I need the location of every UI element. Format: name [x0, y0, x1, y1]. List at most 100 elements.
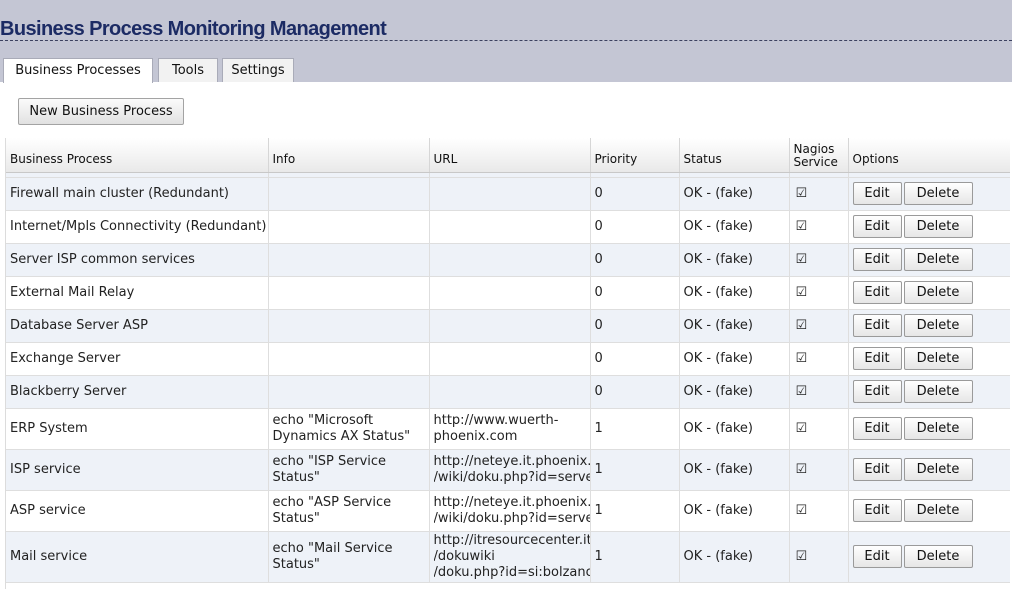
nagios-service-checkbox[interactable]: ☑	[794, 252, 808, 267]
info-cell	[268, 177, 430, 211]
delete-button[interactable]: Delete	[903, 458, 973, 481]
url-cell: http://neteye.it.phoenix.w/wiki/doku.php…	[429, 490, 591, 532]
options-cell: Edit Delete	[848, 375, 1010, 409]
url-line[interactable]: http://itresourcecenter.it.p	[434, 533, 590, 549]
new-business-process-button[interactable]: New Business Process	[18, 98, 184, 125]
options-cell: Edit Delete	[848, 531, 1010, 583]
nagios-service-checkbox[interactable]: ☑	[794, 462, 808, 477]
delete-button[interactable]: Delete	[903, 314, 973, 337]
nagios-service-checkbox[interactable]: ☑	[794, 384, 808, 399]
edit-button[interactable]: Edit	[852, 347, 902, 370]
url-line[interactable]: phoenix.com	[434, 429, 590, 445]
priority-cell: 0	[590, 243, 680, 277]
business-process-name: ISP service	[6, 449, 269, 491]
nagios-service-checkbox[interactable]: ☑	[794, 421, 808, 436]
business-process-name: ASP service	[6, 490, 269, 532]
url-line[interactable]: /wiki/doku.php?id=server	[434, 511, 590, 527]
delete-button[interactable]: Delete	[903, 545, 973, 568]
info-cell	[268, 342, 430, 376]
nagios-service-cell: ☑	[789, 449, 849, 491]
tab-settings[interactable]: Settings	[222, 58, 294, 82]
url-cell: http://www.wuerth-phoenix.com	[429, 408, 591, 450]
table-row: Internet/Mpls Connectivity (Redundant) 0…	[6, 210, 1010, 244]
table-row: ISP service echo "ISP Service Status" ht…	[6, 449, 1010, 491]
business-process-name: Internet/Mpls Connectivity (Redundant)	[6, 210, 269, 244]
status-cell: OK - (fake)	[679, 210, 790, 244]
edit-button[interactable]: Edit	[852, 248, 902, 271]
url-cell	[429, 342, 591, 376]
status-cell: OK - (fake)	[679, 408, 790, 450]
options-cell: Edit Delete	[848, 449, 1010, 491]
priority-cell: 1	[590, 531, 680, 583]
delete-button[interactable]: Delete	[903, 281, 973, 304]
options-cell: Edit Delete	[848, 276, 1010, 310]
column-header-url[interactable]: URL	[429, 138, 591, 173]
nagios-service-checkbox[interactable]: ☑	[794, 219, 808, 234]
info-cell: echo "Mail Service Status"	[268, 531, 430, 583]
info-cell: echo "ISP Service Status"	[268, 449, 430, 491]
column-header-status[interactable]: Status	[679, 138, 790, 173]
edit-button[interactable]: Edit	[852, 545, 902, 568]
delete-button[interactable]: Delete	[903, 499, 973, 522]
nagios-service-checkbox[interactable]: ☑	[794, 285, 808, 300]
nagios-service-cell: ☑	[789, 342, 849, 376]
status-cell: OK - (fake)	[679, 276, 790, 310]
table-row: Blackberry Server 0 OK - (fake) ☑ Edit De…	[6, 375, 1010, 409]
url-line[interactable]: /wiki/doku.php?id=server	[434, 470, 590, 486]
table-row: Server ISP common services 0 OK - (fake)…	[6, 243, 1010, 277]
nagios-service-checkbox[interactable]: ☑	[794, 351, 808, 366]
delete-button[interactable]: Delete	[903, 248, 973, 271]
tab-tools[interactable]: Tools	[158, 58, 218, 82]
url-line[interactable]: /dokuwiki	[434, 549, 590, 565]
url-line[interactable]: http://www.wuerth-	[434, 413, 590, 429]
edit-button[interactable]: Edit	[852, 182, 902, 205]
delete-button[interactable]: Delete	[903, 380, 973, 403]
column-header-priority[interactable]: Priority	[590, 138, 680, 173]
options-cell: Edit Delete	[848, 490, 1010, 532]
column-header-nagios-service[interactable]: Nagios Service	[789, 138, 849, 173]
nagios-service-cell: ☑	[789, 408, 849, 450]
tab-business-processes[interactable]: Business Processes	[3, 58, 153, 83]
table-row: Mail service echo "Mail Service Status" …	[6, 531, 1010, 583]
status-cell: OK - (fake)	[679, 243, 790, 277]
table-row: Exchange Server 0 OK - (fake) ☑ Edit Dele…	[6, 342, 1010, 376]
info-cell	[268, 375, 430, 409]
nagios-service-checkbox[interactable]: ☑	[794, 549, 808, 564]
priority-cell: 1	[590, 490, 680, 532]
url-cell	[429, 177, 591, 211]
nagios-service-checkbox[interactable]: ☑	[794, 503, 808, 518]
priority-cell: 0	[590, 342, 680, 376]
priority-cell: 0	[590, 309, 680, 343]
nagios-service-checkbox[interactable]: ☑	[794, 186, 808, 201]
delete-button[interactable]: Delete	[903, 417, 973, 440]
edit-button[interactable]: Edit	[852, 499, 902, 522]
priority-cell: 0	[590, 177, 680, 211]
table-row: Database Server ASP 0 OK - (fake) ☑ Edit…	[6, 309, 1010, 343]
business-process-name: Database Server ASP	[6, 309, 269, 343]
url-line[interactable]: /doku.php?id=si:bolzano:	[434, 565, 590, 581]
url-lines: http://neteye.it.phoenix.w/wiki/doku.php…	[434, 454, 590, 486]
nagios-service-checkbox[interactable]: ☑	[794, 318, 808, 333]
nagios-service-cell: ☑	[789, 177, 849, 211]
status-cell: OK - (fake)	[679, 490, 790, 532]
options-cell: Edit Delete	[848, 309, 1010, 343]
edit-button[interactable]: Edit	[852, 417, 902, 440]
options-cell: Edit Delete	[848, 210, 1010, 244]
url-line[interactable]: http://neteye.it.phoenix.w	[434, 454, 590, 470]
info-cell	[268, 276, 430, 310]
info-cell	[268, 309, 430, 343]
edit-button[interactable]: Edit	[852, 281, 902, 304]
status-cell: OK - (fake)	[679, 177, 790, 211]
delete-button[interactable]: Delete	[903, 347, 973, 370]
delete-button[interactable]: Delete	[903, 215, 973, 238]
column-header-business-process[interactable]: Business Process	[6, 138, 269, 173]
edit-button[interactable]: Edit	[852, 458, 902, 481]
business-process-name: Mail service	[6, 531, 269, 583]
column-header-info[interactable]: Info	[268, 138, 430, 173]
edit-button[interactable]: Edit	[852, 215, 902, 238]
edit-button[interactable]: Edit	[852, 380, 902, 403]
url-lines: http://itresourcecenter.it.p/dokuwiki/do…	[434, 533, 590, 581]
delete-button[interactable]: Delete	[903, 182, 973, 205]
edit-button[interactable]: Edit	[852, 314, 902, 337]
url-line[interactable]: http://neteye.it.phoenix.w	[434, 495, 590, 511]
